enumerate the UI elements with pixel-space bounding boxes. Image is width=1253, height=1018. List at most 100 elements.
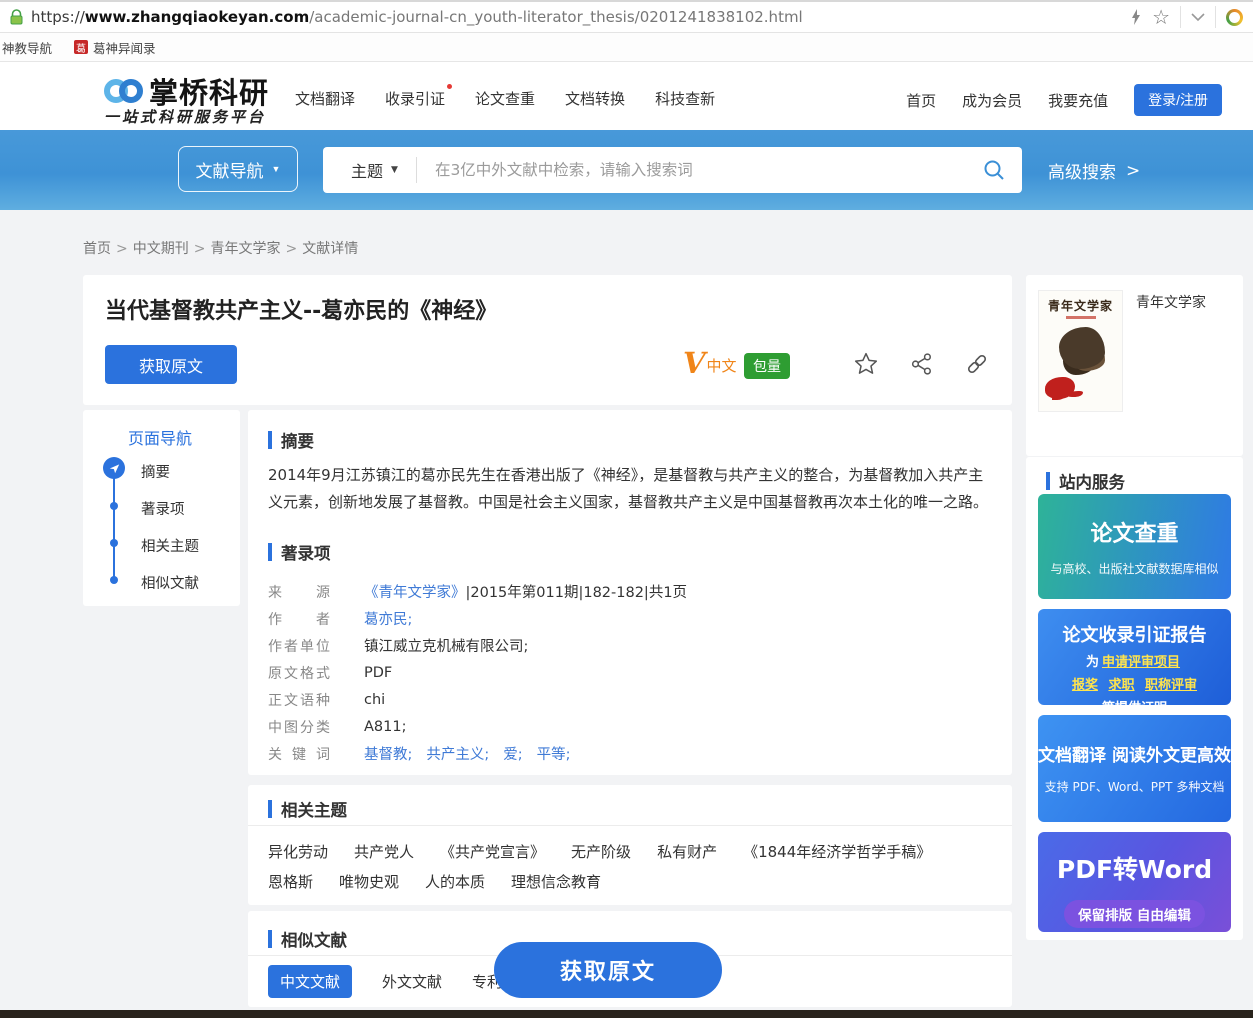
similar-section-header: 相似文献 xyxy=(268,927,347,951)
tab-chinese-docs[interactable]: 中文文献 xyxy=(268,965,352,998)
nav-doc-translate[interactable]: 文档翻译 xyxy=(295,88,355,109)
page-nav-card: 页面导航 摘要 著录项 相关主题 相似文献 xyxy=(83,410,240,606)
nav-citation[interactable]: 收录引证 xyxy=(385,88,445,109)
bookmark-item[interactable]: 葛葛神异闻录 xyxy=(74,38,156,57)
section-accent-bar xyxy=(268,543,272,561)
service-title: PDF转Word xyxy=(1038,850,1231,886)
journal-name-link[interactable]: 青年文学家 xyxy=(1136,292,1206,312)
similar-tabs: 中文文献 外文文献 专利 xyxy=(268,965,502,998)
document-detail-card: 摘要 2014年9月江苏镇江的葛亦民先生在香港出版了《神经》，是基督教与共产主义… xyxy=(248,410,1012,775)
timeline-dot xyxy=(110,502,118,510)
literature-nav-button[interactable]: 文献导航 ▼ xyxy=(178,146,298,192)
keyword-link[interactable]: 爱; xyxy=(503,743,522,764)
topic-item[interactable]: 无产阶级 xyxy=(571,841,631,862)
page-nav-item-related-topics[interactable]: 相关主题 xyxy=(141,535,199,556)
breadcrumb-detail: 文献详情 xyxy=(302,241,358,257)
search-button[interactable] xyxy=(982,158,1006,182)
get-fulltext-button[interactable]: 获取原文 xyxy=(105,345,237,384)
service-line-proof: 等提供证明 xyxy=(1038,697,1231,705)
service-pill-subtitle: 保留排版 自由编辑 xyxy=(1064,900,1205,928)
page-nav-item-similar-docs[interactable]: 相似文献 xyxy=(141,572,199,593)
topic-item[interactable]: 恩格斯 xyxy=(268,871,313,892)
page-nav-item-bibliography[interactable]: 著录项 xyxy=(141,498,185,519)
url-bar[interactable]: https://www.zhangqiaokeyan.com/academic-… xyxy=(31,8,1130,26)
login-register-button[interactable]: 登录/注册 xyxy=(1134,84,1222,116)
breadcrumb-cn-journal[interactable]: 中文期刊 xyxy=(133,241,189,257)
bookmark-star-icon[interactable]: ☆ xyxy=(1152,7,1170,27)
language-badge-label: 中文 xyxy=(707,355,737,376)
topic-item[interactable]: 理想信念教育 xyxy=(511,871,601,892)
page-content: 首页>中文期刊>青年文学家>文献详情 当代基督教共产主义--葛亦民的《神经》 获… xyxy=(0,210,1253,1010)
v-check-icon: V xyxy=(683,350,706,376)
topic-item[interactable]: 异化劳动 xyxy=(268,841,328,862)
service-link-job[interactable]: 求职 xyxy=(1108,678,1134,693)
browser-profile-icon[interactable] xyxy=(1226,9,1243,26)
search-input[interactable] xyxy=(435,161,982,179)
bib-row-source: 来源 《青年文学家》|2015年第011期|182-182|共1页 xyxy=(268,578,687,605)
advanced-search-label: 高级搜索 xyxy=(1048,158,1116,183)
main-nav: 文档翻译 收录引证 论文查重 文档转换 科技查新 xyxy=(295,88,715,109)
service-banner-pdf-to-word[interactable]: PDF转Word 保留排版 自由编辑 xyxy=(1038,832,1231,932)
bib-label: 原文格式 xyxy=(268,663,330,683)
flash-icon[interactable] xyxy=(1130,8,1142,26)
cover-ink-painting xyxy=(1059,327,1105,369)
keyword-link[interactable]: 共产主义; xyxy=(426,743,489,764)
advanced-search-link[interactable]: 高级搜索 > xyxy=(1048,158,1140,183)
page-nav-item-abstract[interactable]: 摘要 xyxy=(141,461,170,482)
service-link-apply-review[interactable]: 申请评审项目 xyxy=(1102,655,1180,670)
nav-home[interactable]: 首页 xyxy=(906,90,936,111)
chevron-down-icon[interactable] xyxy=(1191,13,1205,22)
search-scope-dropdown[interactable]: 主题 ▼ xyxy=(351,158,398,182)
timeline-dot xyxy=(110,539,118,547)
bib-label: 作者单位 xyxy=(268,636,330,656)
nav-become-member[interactable]: 成为会员 xyxy=(962,90,1022,111)
breadcrumb-home[interactable]: 首页 xyxy=(83,241,111,257)
related-topics-card: 相关主题 异化劳动 共产党人 《共产党宣言》 无产阶级 私有财产 《1844年经… xyxy=(248,785,1012,905)
topics-list: 异化劳动 共产党人 《共产党宣言》 无产阶级 私有财产 《1844年经济学哲学手… xyxy=(268,841,998,892)
service-title: 论文收录引证报告 xyxy=(1038,621,1231,647)
bookmark-item[interactable]: 神教导航 xyxy=(2,38,52,57)
favorite-star-icon[interactable] xyxy=(853,351,879,377)
topic-item[interactable]: 人的本质 xyxy=(425,871,485,892)
bibliography-heading: 著录项 xyxy=(281,540,331,564)
service-banner-plagiarism[interactable]: 论文查重 与高校、出版社文献数据库相似 xyxy=(1038,494,1231,599)
divider xyxy=(248,825,1012,826)
topic-item[interactable]: 《1844年经济学哲学手稿》 xyxy=(743,841,931,862)
timeline-line xyxy=(113,468,115,580)
topic-item[interactable]: 共产党人 xyxy=(354,841,414,862)
service-banner-citation-report[interactable]: 论文收录引证报告 为申请评审项目 报奖 求职 职称评审 等提供证明 xyxy=(1038,609,1231,705)
bib-row-author: 作者 葛亦民; xyxy=(268,605,687,632)
service-link-title-review[interactable]: 职称评审 xyxy=(1145,678,1197,693)
section-accent-bar xyxy=(268,431,272,449)
nav-doc-convert[interactable]: 文档转换 xyxy=(565,88,625,109)
topic-item[interactable]: 《共产党宣言》 xyxy=(440,841,545,862)
keyword-link[interactable]: 基督教; xyxy=(364,743,412,764)
breadcrumb-journal[interactable]: 青年文学家 xyxy=(210,241,280,257)
site-services-card: 站内服务 论文查重 与高校、出版社文献数据库相似 论文收录引证报告 为申请评审项… xyxy=(1026,457,1243,940)
author-link[interactable]: 葛亦民; xyxy=(364,612,412,628)
search-scope-label: 主题 xyxy=(351,158,383,182)
service-link-award[interactable]: 报奖 xyxy=(1072,678,1098,693)
bib-value: 《青年文学家》|2015年第011期|182-182|共1页 xyxy=(364,581,687,602)
timeline-dot xyxy=(110,576,118,584)
nav-tech-novelty[interactable]: 科技查新 xyxy=(655,88,715,109)
floating-get-fulltext-button[interactable]: 获取原文 xyxy=(494,942,722,998)
journal-cover-image[interactable]: 青年文学家 xyxy=(1038,290,1123,412)
bookmark-favicon: 葛 xyxy=(74,40,88,54)
service-banner-doc-translate[interactable]: 文档翻译 阅读外文更高效 支持 PDF、Word、PPT 多种文档 xyxy=(1038,715,1231,822)
language-badge: V中文 xyxy=(683,350,737,376)
nav-recharge[interactable]: 我要充值 xyxy=(1048,90,1108,111)
keyword-link[interactable]: 平等; xyxy=(537,743,571,764)
topic-item[interactable]: 私有财产 xyxy=(657,841,717,862)
nav-plagiarism-check[interactable]: 论文查重 xyxy=(475,88,535,109)
topic-item[interactable]: 唯物史观 xyxy=(339,871,399,892)
bib-row-classification: 中图分类 A811; xyxy=(268,713,687,740)
journal-card: 青年文学家 青年文学家 xyxy=(1026,275,1243,456)
url-scheme: https:// xyxy=(31,8,85,26)
copy-link-icon[interactable] xyxy=(964,351,990,377)
tab-foreign-docs[interactable]: 外文文献 xyxy=(382,971,442,992)
search-box: 主题 ▼ xyxy=(323,147,1022,193)
share-icon[interactable] xyxy=(909,351,935,377)
journal-link[interactable]: 《青年文学家》 xyxy=(364,585,466,601)
chevron-down-icon: ▼ xyxy=(272,164,281,174)
